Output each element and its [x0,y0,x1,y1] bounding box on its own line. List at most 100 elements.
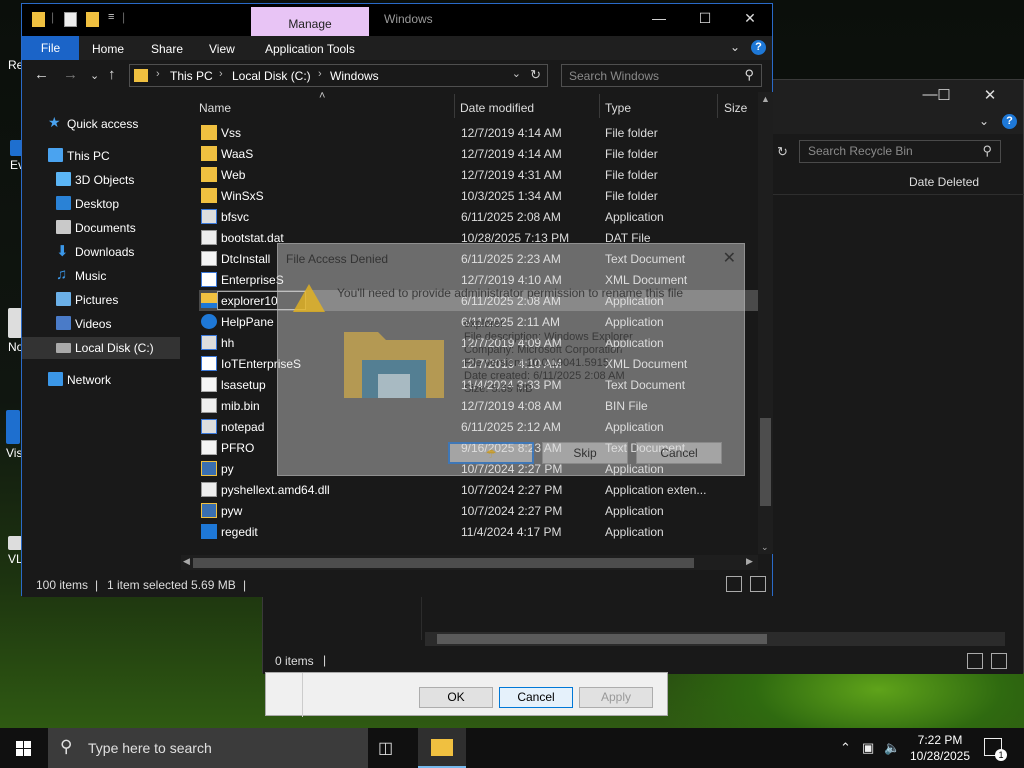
apply-button[interactable]: Apply [579,687,653,708]
nav-item-this-pc[interactable]: This PC [22,145,180,167]
volume-muted-icon[interactable]: 🔈 [884,740,900,756]
forward-arrow-icon[interactable]: → [63,66,78,83]
nav-item-desktop[interactable]: Desktop [22,193,180,215]
up-arrow-icon[interactable]: ↑ [108,66,116,83]
file-row[interactable]: pyw 10/7/2024 2:27 PM Application [199,500,759,521]
file-row[interactable]: bfsvc 6/11/2025 2:08 AM Application [199,206,759,227]
skip-button[interactable]: Skip [542,442,628,464]
recent-locations-chevron-icon[interactable]: ⌄ [90,69,99,82]
file-name: EnterpriseS [221,273,284,287]
taskbar-file-explorer[interactable] [418,728,466,768]
bg-close-button[interactable]: ✕ [967,86,1013,104]
file-row[interactable]: WaaS 12/7/2019 4:14 AM File folder [199,143,759,164]
tab-share[interactable]: Share [151,42,183,56]
dialog-cancel-button[interactable]: Cancel [636,442,722,464]
bg-horizontal-scrollbar[interactable] [425,632,1005,646]
horizontal-scrollbar[interactable]: ◀ ▶ [181,555,758,570]
horizontal-scroll-thumb[interactable] [193,558,694,568]
cancel-button[interactable]: Cancel [499,687,573,708]
file-row[interactable]: Web 12/7/2019 4:31 AM File folder [199,164,759,185]
scroll-left-icon[interactable]: ◀ [183,556,190,567]
details-view-icon[interactable] [726,576,742,592]
search-input[interactable]: Search Windows ⚲ [561,64,762,87]
tray-overflow-chevron-icon[interactable]: ⌃ [840,740,851,756]
file-row[interactable]: regedit 11/4/2024 4:17 PM Application [199,521,759,542]
column-date-modified[interactable]: Date modified [460,101,534,115]
task-view-icon[interactable]: ◫ [378,738,393,758]
column-divider[interactable] [717,94,718,118]
nav-item-videos[interactable]: Videos [22,313,180,335]
bg-details-view-icon[interactable] [967,653,983,669]
nav-label: Downloads [75,245,135,259]
back-arrow-icon[interactable]: ← [34,66,49,83]
scroll-right-icon[interactable]: ▶ [746,556,753,567]
tab-application-tools[interactable]: Application Tools [265,42,355,56]
tab-view[interactable]: View [209,42,235,56]
file-name: mib.bin [221,399,260,413]
maximize-button[interactable]: ☐ [682,10,728,27]
large-icons-view-icon[interactable] [750,576,766,592]
start-button[interactable] [0,728,48,768]
notification-count: 1 [995,749,1007,761]
network-status-icon[interactable]: ▣ [862,740,874,756]
help-icon[interactable]: ? [751,40,766,55]
properties-icon[interactable] [64,12,77,27]
nav-item-pictures[interactable]: Pictures [22,289,180,311]
file-row[interactable]: WinSxS 10/3/2025 1:34 AM File folder [199,185,759,206]
scroll-up-icon[interactable]: ▲ [761,94,770,104]
bg-large-icons-view-icon[interactable] [991,653,1007,669]
vertical-scrollbar[interactable]: ▲ ⌄ [758,92,773,554]
column-size[interactable]: Size [724,101,747,115]
ok-button[interactable]: OK [419,687,493,708]
file-name: pyshellext.amd64.dll [221,483,330,497]
notification-center-icon[interactable]: 1 [984,738,1007,761]
expand-ribbon-icon[interactable]: ⌄ [730,40,740,54]
nav-item-quick-access[interactable]: ★ Quick access [22,113,180,135]
breadcrumb-separator-icon[interactable]: › [219,68,223,80]
nav-item-music[interactable]: ♫ Music [22,265,180,287]
nav-item-documents[interactable]: Documents [22,217,180,239]
bg-maximize-button[interactable]: ☐ [921,86,967,104]
nav-item-network[interactable]: Network [22,369,180,391]
minimize-button[interactable]: — [636,10,682,26]
file-row[interactable]: Vss 12/7/2019 4:14 AM File folder [199,122,759,143]
tab-manage[interactable]: Manage [251,7,369,37]
text-icon [201,251,217,266]
breadcrumb-this-pc[interactable]: This PC [170,69,213,83]
bg-scroll-thumb[interactable] [437,634,767,644]
new-folder-icon[interactable] [86,12,99,27]
bg-help-icon[interactable]: ? [1002,114,1017,129]
refresh-icon[interactable]: ↻ [530,67,541,83]
vertical-scroll-thumb[interactable] [760,418,771,506]
nav-item-local-disk[interactable]: Local Disk (C:) [22,337,180,359]
dialog-close-button[interactable]: ✕ [723,248,736,268]
bg-search-input[interactable]: Search Recycle Bin ⚲ [799,140,1001,163]
column-type[interactable]: Type [605,101,631,115]
tab-home[interactable]: Home [92,42,124,56]
taskbar-clock[interactable]: 7:22 PM 10/28/2025 [905,732,975,764]
breadcrumb-local-disk[interactable]: Local Disk (C:) [232,69,311,83]
qat-dropdown-icon[interactable]: ≡ [108,11,114,23]
column-divider[interactable] [454,94,455,118]
close-button[interactable]: ✕ [727,10,773,27]
taskbar-search-box[interactable]: ⚲ Type here to search [48,728,368,768]
breadcrumb-separator-icon[interactable]: › [156,68,160,80]
column-name[interactable]: Name [199,101,231,115]
nav-item-downloads[interactable]: ⬇ Downloads [22,241,180,263]
scroll-down-icon[interactable]: ⌄ [761,542,769,553]
nav-item-3d-objects[interactable]: 3D Objects [22,169,180,191]
try-again-button[interactable]: ☂ [448,442,534,464]
file-row[interactable]: pyshellext.amd64.dll 10/7/2024 2:27 PM App… [199,479,759,500]
tab-file[interactable]: File [22,36,79,60]
app-icon [201,335,217,350]
address-bar[interactable]: › This PC › Local Disk (C:) › Windows ⌄ … [129,64,548,87]
bg-ribbon-chevron-icon[interactable]: ⌄ [979,114,989,128]
bg-refresh-icon[interactable]: ↻ [777,144,788,160]
breadcrumb-separator-icon[interactable]: › [318,68,322,80]
bg-column-date-deleted[interactable]: Date Deleted [909,175,979,189]
address-dropdown-icon[interactable]: ⌄ [512,67,521,80]
file-name: HelpPane [221,315,274,329]
breadcrumb-windows[interactable]: Windows [330,69,379,83]
column-divider[interactable] [599,94,600,118]
quick-access-toolbar: | ≡ | Manage Windows — ☐ ✕ [22,4,773,37]
